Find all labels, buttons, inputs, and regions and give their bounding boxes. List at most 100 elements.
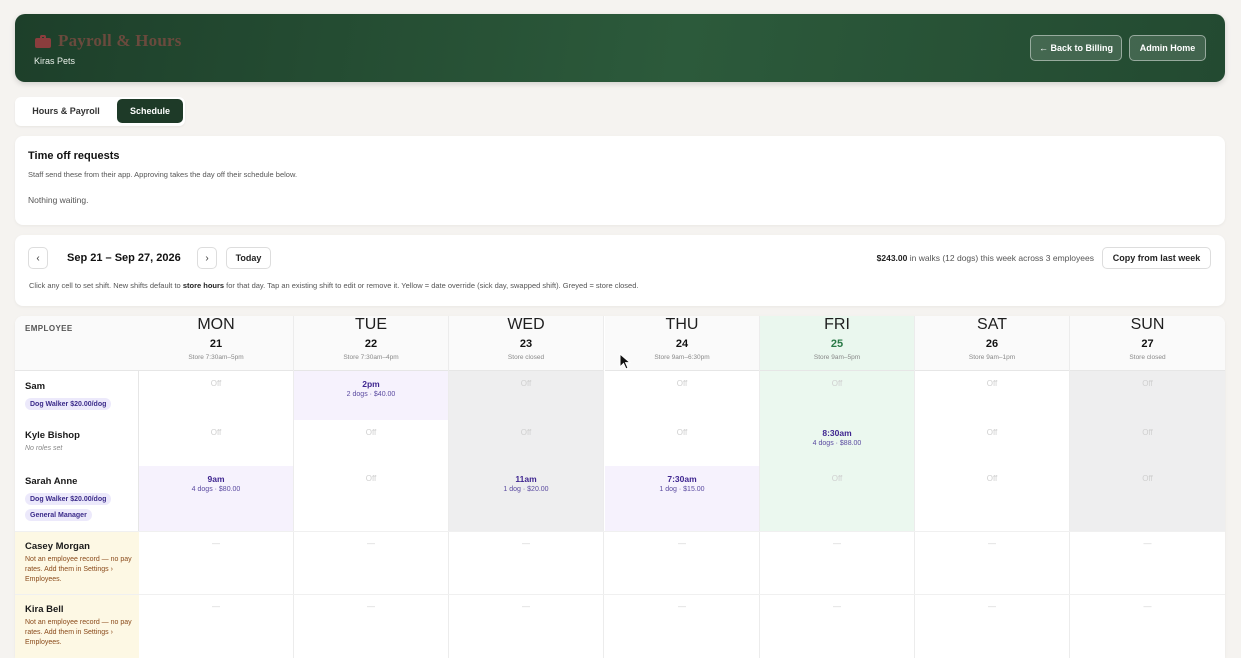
role-badge: Dog Walker $20.00/dog [25,493,112,505]
title-row: Payroll & Hours [35,31,182,51]
schedule-cell[interactable]: — [760,594,914,658]
tab-hours-payroll[interactable]: Hours & Payroll [20,99,112,123]
page-title: Payroll & Hours [58,31,182,50]
schedule-cell[interactable]: Off [605,371,759,420]
off-label: Off [365,428,377,437]
schedule-cell[interactable]: Off [449,371,603,420]
schedule-cell[interactable]: — [294,594,448,658]
off-label: Off [1142,379,1153,388]
off-label: Off [365,474,377,483]
schedule-cell[interactable]: Off [449,420,603,466]
day-of-week-label: SUN [1130,316,1165,333]
day-header: WED 23 Store closed [449,316,603,371]
week-summary: $243.00 in walks (12 dogs) this week acr… [877,253,1094,263]
prev-week-button[interactable]: ‹ [28,247,48,269]
empty-dash: — [522,539,530,548]
day-column-sun: SUN 27 Store closed Off Off Off — — [1070,316,1225,658]
schedule-cell[interactable]: Off [915,466,1069,531]
day-header: SUN 27 Store closed [1070,316,1225,371]
schedule-cell[interactable]: Off [605,420,759,466]
tab-schedule[interactable]: Schedule [117,99,183,123]
schedule-cell[interactable]: — [605,531,759,594]
off-label: Off [986,379,998,388]
shift-time: 7:30am [667,474,697,484]
empty-dash: — [1143,539,1152,548]
empty-dash: — [212,602,220,611]
employee-row-sarah-anne: Sarah Anne Dog Walker $20.00/dog General M… [15,466,139,531]
not-employee-note: Not an employee record — no pay rates. A… [25,619,132,646]
day-number: 25 [830,338,844,350]
schedule-cell[interactable]: 7:30am 1 dog · $15.00 [605,466,759,531]
back-to-billing-button[interactable]: ← Back to Billing [1030,35,1122,61]
employee-row-kyle-bishop: Kyle Bishop No roles set [15,420,139,466]
day-number: 27 [1141,338,1154,350]
schedule-cell[interactable]: — [605,594,759,658]
schedule-cell[interactable]: — [139,531,293,594]
schedule-cell[interactable]: 2pm 2 dogs · $40.00 [294,371,448,420]
day-number: 23 [519,338,533,350]
tab-bar: Hours & Payroll Schedule [15,97,185,126]
off-label: Off [1142,474,1153,483]
schedule-cell[interactable]: Off [915,420,1069,466]
schedule-cell[interactable]: — [915,594,1069,658]
schedule-cell[interactable]: Off [760,371,914,420]
empty-dash: — [678,602,686,611]
schedule-cell[interactable]: — [915,531,1069,594]
schedule-cell[interactable]: Off [1070,466,1225,531]
next-week-button[interactable]: › [197,247,217,269]
empty-dash: — [367,539,375,548]
row-divider [15,531,1225,532]
no-roles-text: No roles set [25,445,63,452]
employee-name: Kira Bell [25,604,64,615]
schedule-cell[interactable]: Off [294,420,448,466]
schedule-cell[interactable]: Off [294,466,448,531]
copy-from-last-week-button[interactable]: Copy from last week [1102,247,1211,269]
day-of-week-label: THU [665,316,699,333]
schedule-cell[interactable]: Off [1070,420,1225,466]
mouse-cursor-icon [619,353,632,370]
today-button[interactable]: Today [226,247,271,269]
schedule-cell[interactable]: — [1070,594,1225,658]
store-hours-label: Store 7:30am–5pm [188,354,244,361]
schedule-cell[interactable]: Off [1070,371,1225,420]
schedule-cell[interactable]: 11am 1 dog · $20.00 [449,466,603,531]
day-of-week-label: MON [197,316,235,333]
hint-text-c: for that day. Tap an existing shift to e… [224,281,639,290]
employee-column: EMPLOYEE Sam Dog Walker $20.00/dog Kyle Bi… [15,316,139,658]
admin-home-button[interactable]: Admin Home [1129,35,1206,61]
schedule-cell[interactable]: 8:30am 4 dogs · $88.00 [760,420,914,466]
empty-dash: — [212,539,220,548]
shift-detail: 1 dog · $15.00 [659,486,705,493]
schedule-cell[interactable]: — [139,594,293,658]
row-divider [15,594,1225,595]
employee-header-label: EMPLOYEE [25,324,73,333]
shift-detail: 2 dogs · $40.00 [346,391,396,398]
not-employee-note: Not an employee record — no pay rates. A… [25,556,132,583]
day-header: MON 21 Store 7:30am–5pm [139,316,293,371]
day-column-mon: MON 21 Store 7:30am–5pm Off Off 9am 4 dogs · $… [139,316,294,658]
off-label: Off [986,474,998,483]
schedule-cell[interactable]: — [1070,531,1225,594]
shift-time: 2pm [362,379,380,389]
shift-time: 9am [207,474,225,484]
schedule-cell[interactable]: — [760,531,914,594]
schedule-cell[interactable]: — [294,531,448,594]
empty-dash: — [833,539,841,548]
schedule-cell[interactable]: Off [760,466,914,531]
off-label: Off [986,428,998,437]
shift-detail: 4 dogs · $80.00 [191,486,241,493]
store-hours-label: Store 9am–1pm [968,354,1016,361]
schedule-cell[interactable]: Off [915,371,1069,420]
schedule-cell[interactable]: — [449,531,603,594]
schedule-cell[interactable]: 9am 4 dogs · $80.00 [139,466,293,531]
employee-column-header: EMPLOYEE [15,316,139,371]
time-off-card: Time off requests Staff send these from … [15,136,1225,225]
employee-name: Casey Morgan [25,541,90,552]
schedule-cell[interactable]: Off [139,371,293,420]
schedule-cell[interactable]: — [449,594,603,658]
summary-text: in walks (12 dogs) this week across 3 em… [907,253,1094,263]
schedule-cell[interactable]: Off [139,420,293,466]
shift-time: 8:30am [822,428,852,438]
empty-dash: — [678,539,686,548]
day-number: 24 [675,338,689,350]
